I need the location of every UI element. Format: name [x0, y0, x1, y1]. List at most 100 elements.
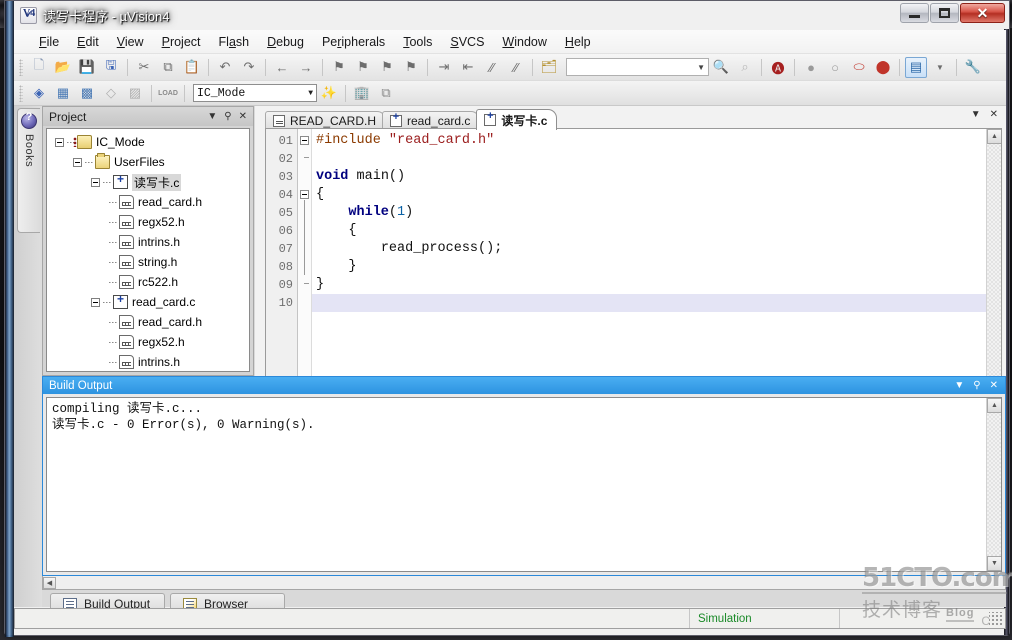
- window-dropdown-button[interactable]: ▼: [929, 57, 951, 78]
- tree-node-duxieka-c[interactable]: 读写卡.c: [51, 172, 249, 192]
- build-output-body[interactable]: compiling 读写卡.c... 读写卡.c - 0 Error(s), 0…: [46, 397, 1002, 572]
- insert-breakpoint-button[interactable]: ●: [800, 57, 822, 78]
- c-source-icon: [484, 110, 497, 126]
- scroll-up-arrow-icon[interactable]: ▲: [987, 129, 1001, 144]
- kill-breakpoint-button[interactable]: ○: [824, 57, 846, 78]
- code-editor[interactable]: 01 02 03 04 05 06 07 08 09 10 #include "…: [265, 128, 1002, 376]
- tree-node-intrins-h-2[interactable]: intrins.h: [51, 352, 249, 371]
- tree-node-userfiles[interactable]: UserFiles: [51, 152, 249, 172]
- debug-start-button[interactable]: 🅐: [767, 57, 789, 78]
- tree-node-read-card-c[interactable]: read_card.c: [51, 292, 249, 312]
- find-in-files-button[interactable]: 🔍: [710, 57, 732, 78]
- editor-tab-duxieka-c[interactable]: 读写卡.c: [476, 109, 558, 130]
- save-all-button[interactable]: 🖫: [100, 57, 122, 78]
- expander-icon[interactable]: [91, 177, 100, 187]
- expander-icon[interactable]: [91, 297, 100, 307]
- build-close-button[interactable]: ✕: [990, 380, 998, 391]
- bookmark-prev-button[interactable]: ⚑: [352, 57, 374, 78]
- redo-button[interactable]: ↷: [238, 57, 260, 78]
- minimize-button[interactable]: [900, 3, 929, 23]
- tree-node-read-card-h-2[interactable]: read_card.h: [51, 312, 249, 332]
- menu-edit[interactable]: Edit: [68, 32, 108, 52]
- batch-build-button[interactable]: ◇: [100, 83, 122, 104]
- project-tree[interactable]: IC_Mode UserFiles 读写卡.c: [46, 128, 250, 372]
- scroll-down-arrow-icon[interactable]: ▼: [987, 556, 1001, 571]
- code-text[interactable]: #include "read_card.h" void main() { whi…: [312, 129, 1001, 376]
- undo-button[interactable]: ↶: [214, 57, 236, 78]
- tree-node-intrins-h[interactable]: intrins.h: [51, 232, 249, 252]
- menu-view[interactable]: View: [108, 32, 153, 52]
- menu-window[interactable]: Window: [493, 32, 555, 52]
- menu-help[interactable]: Help: [556, 32, 600, 52]
- outdent-button[interactable]: ⇤: [457, 57, 479, 78]
- menu-bar: File Edit View Project Flash Debug Perip…: [14, 30, 1006, 54]
- target-options-button[interactable]: ✨: [318, 83, 340, 104]
- comment-button[interactable]: ∕∕: [481, 57, 503, 78]
- expander-icon[interactable]: [73, 157, 82, 167]
- maximize-button[interactable]: [930, 3, 959, 23]
- build-dropdown-button[interactable]: ▼: [954, 380, 964, 391]
- panel-close-button[interactable]: ✕: [239, 111, 247, 122]
- find-combo[interactable]: ▼: [566, 58, 709, 76]
- translate-file-button[interactable]: ◈: [28, 83, 50, 104]
- target-select[interactable]: IC_Mode ▼: [193, 84, 317, 102]
- books-tab[interactable]: Books: [17, 108, 40, 233]
- panel-pin-button[interactable]: ⚲: [224, 111, 231, 122]
- menu-svcs[interactable]: SVCS: [441, 32, 493, 52]
- code-folding-column[interactable]: [298, 129, 312, 376]
- expander-icon[interactable]: [55, 137, 64, 147]
- save-button[interactable]: 💾: [76, 57, 98, 78]
- new-file-button[interactable]: 🗋: [28, 57, 50, 78]
- tree-node-string-h[interactable]: string.h: [51, 252, 249, 272]
- menu-flash[interactable]: Flash: [210, 32, 259, 52]
- tree-node-regx52-h-2[interactable]: regx52.h: [51, 332, 249, 352]
- editor-dropdown-button[interactable]: ▼: [971, 109, 981, 120]
- menu-project[interactable]: Project: [153, 32, 210, 52]
- build-horizontal-scrollbar[interactable]: ◀: [42, 576, 1006, 590]
- incremental-find-button[interactable]: ⌕: [734, 57, 756, 78]
- multi-project-button[interactable]: ⧉: [375, 83, 397, 104]
- resize-grip-icon[interactable]: [989, 611, 1003, 626]
- uncomment-button[interactable]: ∕∕: [505, 57, 527, 78]
- header-icon: [119, 275, 134, 289]
- menu-file[interactable]: File: [30, 32, 68, 52]
- navigate-back-button[interactable]: ←: [271, 57, 293, 78]
- disable-breakpoint-button[interactable]: ⬭: [848, 57, 870, 78]
- tree-connector: [109, 261, 117, 263]
- tree-node-regx52-h[interactable]: regx52.h: [51, 212, 249, 232]
- scroll-left-arrow-icon[interactable]: ◀: [43, 576, 56, 589]
- navigate-forward-button[interactable]: →: [295, 57, 317, 78]
- tree-node-rc522-h[interactable]: rc522.h: [51, 272, 249, 292]
- kill-all-breakpoints-button[interactable]: ⬤: [872, 57, 894, 78]
- build-vertical-scrollbar[interactable]: ▲ ▼: [986, 398, 1001, 571]
- tree-node-ic-mode[interactable]: IC_Mode: [51, 132, 249, 152]
- cut-button[interactable]: ✂: [133, 57, 155, 78]
- close-button[interactable]: ✕: [960, 3, 1005, 23]
- bookmark-clear-button[interactable]: ⚑: [400, 57, 422, 78]
- paste-button[interactable]: 📋: [181, 57, 203, 78]
- menu-debug[interactable]: Debug: [258, 32, 313, 52]
- copy-button[interactable]: ⧉: [157, 57, 179, 78]
- open-file-button[interactable]: 📂: [52, 57, 74, 78]
- bookmark-next-button[interactable]: ⚑: [376, 57, 398, 78]
- open-project-button[interactable]: 🗂: [538, 57, 560, 78]
- menu-peripherals[interactable]: Peripherals: [313, 32, 394, 52]
- editor-vertical-scrollbar[interactable]: ▲: [986, 129, 1001, 376]
- tree-node-read-card-h[interactable]: read_card.h: [51, 192, 249, 212]
- project-window-toggle-button[interactable]: ▤: [905, 56, 927, 78]
- bookmark-toggle-button[interactable]: ⚑: [328, 57, 350, 78]
- menu-tools[interactable]: Tools: [394, 32, 441, 52]
- build-pin-button[interactable]: ⚲: [973, 380, 980, 391]
- indent-button[interactable]: ⇥: [433, 57, 455, 78]
- panel-dropdown-button[interactable]: ▼: [207, 111, 217, 122]
- stop-build-button[interactable]: ▨: [124, 83, 146, 104]
- scroll-up-arrow-icon[interactable]: ▲: [987, 398, 1001, 413]
- manage-components-button[interactable]: 🏢: [351, 83, 373, 104]
- toolbar-grip[interactable]: [19, 58, 23, 76]
- editor-close-button[interactable]: ✕: [990, 109, 998, 120]
- rebuild-all-button[interactable]: ▩: [76, 83, 98, 104]
- configuration-wizard-button[interactable]: 🔧: [962, 57, 984, 78]
- toolbar-grip[interactable]: [19, 84, 23, 102]
- download-to-flash-button[interactable]: LOAD: [157, 83, 179, 104]
- build-target-button[interactable]: ▦: [52, 83, 74, 104]
